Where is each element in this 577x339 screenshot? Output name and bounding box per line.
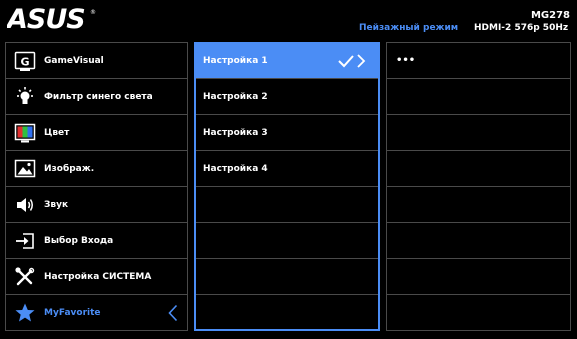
menu-item-label: Выбор Входа bbox=[44, 235, 114, 246]
menu-item-sound[interactable]: Звук bbox=[6, 187, 187, 223]
detail-empty-row bbox=[387, 79, 570, 115]
submenu-empty-row bbox=[195, 295, 379, 330]
detail-empty-row bbox=[387, 295, 570, 330]
picture-mode-status: Пейзажный режим bbox=[359, 23, 459, 33]
submenu-item-label: Настройка 4 bbox=[203, 163, 268, 174]
submenu-empty-row bbox=[195, 223, 379, 259]
submenu-item-setting-4[interactable]: Настройка 4 bbox=[195, 151, 379, 187]
color-palette-icon bbox=[14, 122, 36, 144]
image-icon bbox=[14, 158, 36, 180]
submenu-item-label: Настройка 2 bbox=[203, 91, 268, 102]
menu-item-system-setup[interactable]: Настройка СИСТЕМА bbox=[6, 259, 187, 295]
model-name: MG278 bbox=[530, 10, 570, 21]
detail-panel: ••• bbox=[386, 42, 571, 331]
detail-empty-row bbox=[387, 151, 570, 187]
menu-item-myfavorite[interactable]: MyFavorite bbox=[6, 295, 187, 330]
detail-value: ••• bbox=[387, 43, 570, 79]
detail-empty-row bbox=[387, 223, 570, 259]
menu-item-label: MyFavorite bbox=[44, 307, 101, 318]
main-menu: G GameVisual Фильтр синего света Цвет Из… bbox=[5, 42, 188, 331]
submenu-item-setting-2[interactable]: Настройка 2 bbox=[195, 79, 379, 115]
submenu: Настройка 1 Настройка 2 Настройка 3 Наст… bbox=[194, 42, 380, 331]
menu-item-label: Звук bbox=[44, 199, 69, 210]
detail-empty-row bbox=[387, 187, 570, 223]
detail-empty-row bbox=[387, 115, 570, 151]
chevron-left-icon bbox=[168, 304, 178, 322]
asus-logo: ASUS ® bbox=[7, 5, 96, 33]
menu-item-input-select[interactable]: Выбор Входа bbox=[6, 223, 187, 259]
submenu-item-label: Настройка 1 bbox=[203, 55, 268, 66]
star-icon bbox=[14, 302, 36, 324]
wrench-screwdriver-icon bbox=[14, 266, 36, 288]
menu-item-gamevisual[interactable]: G GameVisual bbox=[6, 43, 187, 79]
check-arrow-icon bbox=[338, 54, 366, 68]
submenu-item-setting-3[interactable]: Настройка 3 bbox=[195, 115, 379, 151]
submenu-empty-row bbox=[195, 187, 379, 223]
input-select-icon bbox=[14, 230, 36, 252]
menu-item-label: Настройка СИСТЕМА bbox=[44, 271, 152, 282]
menu-item-image[interactable]: Изображ. bbox=[6, 151, 187, 187]
speaker-icon bbox=[14, 194, 36, 216]
submenu-item-label: Настройка 3 bbox=[203, 127, 268, 138]
menu-item-label: Изображ. bbox=[44, 163, 95, 174]
gamevisual-icon: G bbox=[14, 50, 36, 72]
detail-empty-row bbox=[387, 259, 570, 295]
svg-text:®: ® bbox=[90, 9, 96, 16]
submenu-empty-row bbox=[195, 259, 379, 295]
svg-text:ASUS: ASUS bbox=[7, 5, 85, 33]
submenu-item-setting-1[interactable]: Настройка 1 bbox=[195, 43, 379, 79]
lightbulb-icon bbox=[14, 86, 36, 108]
input-signal-status: HDMI-2 576p 50Hz bbox=[474, 23, 569, 33]
menu-item-label: Цвет bbox=[44, 127, 70, 138]
svg-text:G: G bbox=[20, 55, 29, 68]
menu-item-bluelight-filter[interactable]: Фильтр синего света bbox=[6, 79, 187, 115]
menu-item-label: Фильтр синего света bbox=[44, 91, 153, 102]
menu-item-label: GameVisual bbox=[44, 55, 104, 66]
menu-item-color[interactable]: Цвет bbox=[6, 115, 187, 151]
